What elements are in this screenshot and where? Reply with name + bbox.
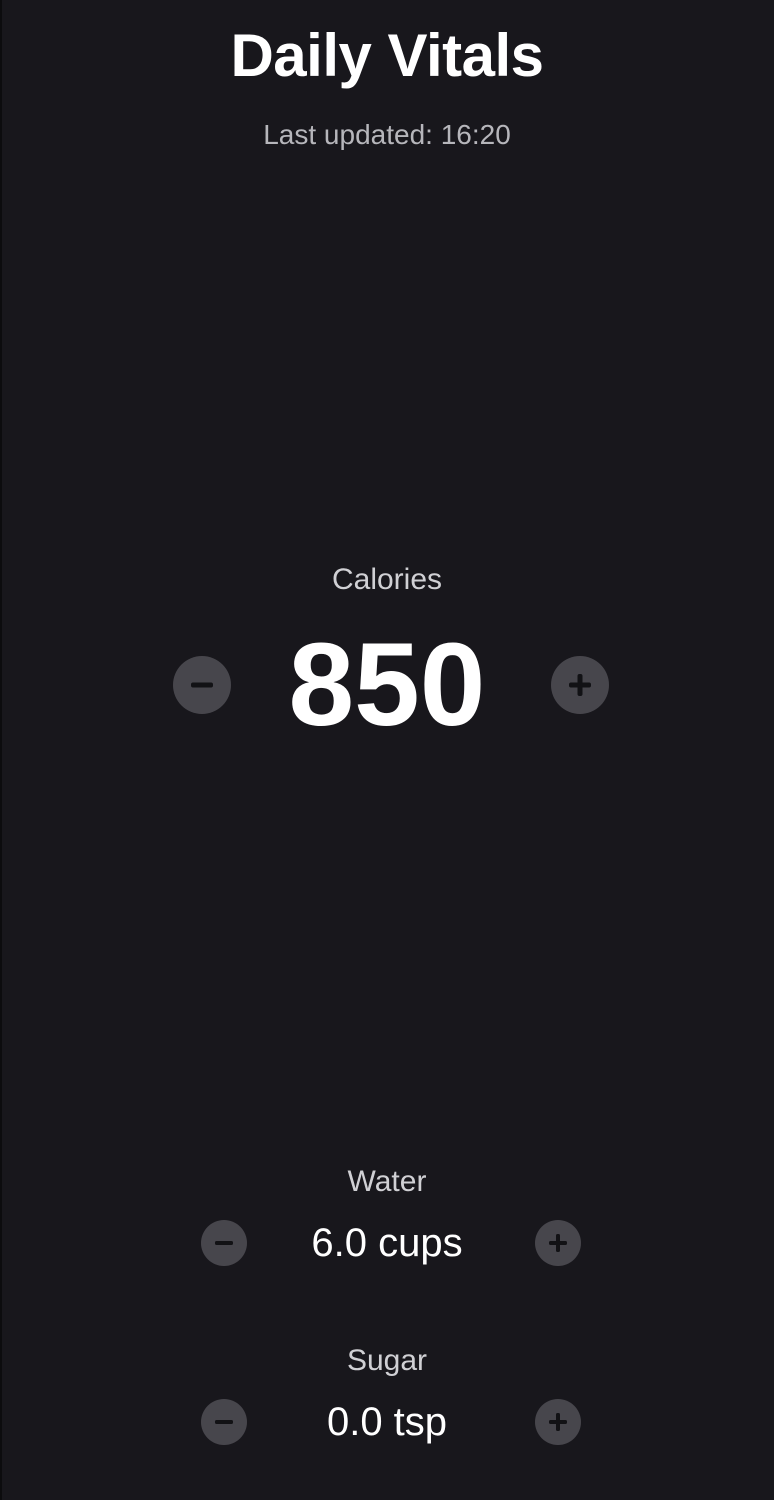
window-edge <box>0 0 2 1500</box>
last-updated-text: Last updated: 16:20 <box>263 119 511 150</box>
plus-icon <box>549 1234 567 1252</box>
sugar-label: Sugar <box>346 1344 428 1377</box>
sugar-value: 0.0 tsp <box>326 1400 448 1444</box>
sugar-increment-button[interactable] <box>535 1399 581 1445</box>
plus-icon <box>549 1413 567 1431</box>
water-label: Water <box>347 1165 427 1198</box>
water-increment-button[interactable] <box>535 1220 581 1266</box>
plus-icon <box>569 674 591 696</box>
water-value: 6.0 cups <box>311 1221 463 1265</box>
calories-increment-button[interactable] <box>551 656 609 714</box>
calories-value: 850 <box>288 619 486 751</box>
page-title: Daily Vitals <box>230 22 544 89</box>
calories-label: Calories <box>331 563 443 596</box>
